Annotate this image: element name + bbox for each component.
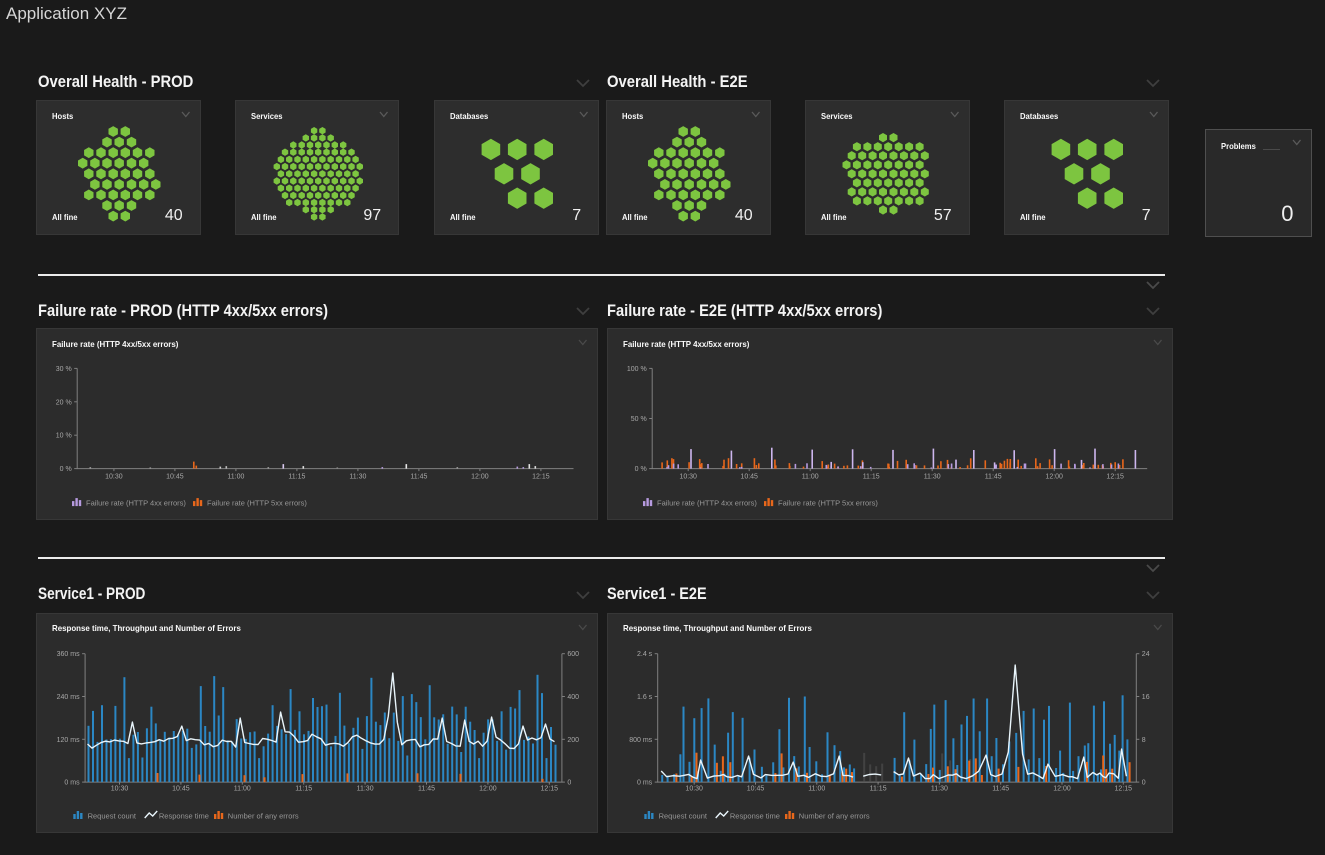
- svg-text:12:15: 12:15: [1114, 785, 1132, 792]
- svg-text:Response time: Response time: [158, 811, 208, 820]
- svg-text:0 %: 0 %: [59, 466, 71, 473]
- svg-text:12:15: 12:15: [1106, 473, 1124, 480]
- svg-text:Failure rate (HTTP 4xx errors): Failure rate (HTTP 4xx errors): [86, 498, 186, 507]
- svg-text:Number of any errors: Number of any errors: [227, 811, 298, 820]
- svg-text:12:00: 12:00: [1045, 473, 1063, 480]
- svg-text:11:15: 11:15: [295, 785, 312, 792]
- svg-text:11:00: 11:00: [808, 785, 825, 792]
- svg-text:2.4 s: 2.4 s: [637, 651, 653, 658]
- svg-text:11:30: 11:30: [923, 473, 940, 480]
- svg-text:10 %: 10 %: [55, 433, 71, 440]
- svg-text:12:15: 12:15: [532, 473, 550, 480]
- svg-text:20 %: 20 %: [55, 399, 71, 406]
- svg-text:16: 16: [1142, 694, 1150, 701]
- svg-text:0 %: 0 %: [634, 466, 646, 473]
- svg-text:24: 24: [1142, 651, 1150, 658]
- svg-text:10:45: 10:45: [740, 473, 758, 480]
- svg-text:11:15: 11:15: [869, 785, 886, 792]
- svg-text:Failure rate (HTTP 5xx errors): Failure rate (HTTP 5xx errors): [778, 498, 878, 507]
- svg-text:11:00: 11:00: [801, 473, 818, 480]
- svg-text:11:30: 11:30: [349, 473, 366, 480]
- svg-text:11:00: 11:00: [227, 473, 244, 480]
- svg-text:0: 0: [567, 779, 571, 786]
- svg-text:Failure rate (HTTP 4xx errors): Failure rate (HTTP 4xx errors): [657, 498, 757, 507]
- svg-text:10:45: 10:45: [172, 785, 190, 792]
- svg-text:Request count: Request count: [87, 811, 136, 820]
- svg-text:30 %: 30 %: [55, 366, 71, 373]
- svg-text:0: 0: [1142, 779, 1146, 786]
- svg-text:11:00: 11:00: [233, 785, 250, 792]
- svg-text:11:45: 11:45: [984, 473, 1001, 480]
- svg-text:400: 400: [567, 694, 579, 701]
- svg-text:12:00: 12:00: [479, 785, 497, 792]
- svg-text:11:45: 11:45: [992, 785, 1009, 792]
- svg-text:11:45: 11:45: [418, 785, 435, 792]
- svg-text:120 ms: 120 ms: [56, 736, 79, 743]
- svg-text:240 ms: 240 ms: [56, 694, 79, 701]
- svg-text:10:30: 10:30: [105, 473, 123, 480]
- svg-text:Number of any errors: Number of any errors: [799, 811, 870, 820]
- svg-text:Request count: Request count: [658, 811, 707, 820]
- svg-text:100 %: 100 %: [627, 366, 647, 373]
- svg-text:10:30: 10:30: [679, 473, 697, 480]
- svg-text:11:45: 11:45: [410, 473, 427, 480]
- svg-text:8: 8: [1142, 736, 1146, 743]
- svg-text:1.6 s: 1.6 s: [637, 694, 653, 701]
- svg-text:Response time: Response time: [730, 811, 780, 820]
- svg-text:12:00: 12:00: [1053, 785, 1071, 792]
- svg-text:10:30: 10:30: [685, 785, 703, 792]
- svg-text:Failure rate (HTTP 5xx errors): Failure rate (HTTP 5xx errors): [207, 498, 307, 507]
- svg-text:11:15: 11:15: [288, 473, 305, 480]
- svg-text:0 ms: 0 ms: [637, 779, 653, 786]
- svg-text:200: 200: [567, 736, 579, 743]
- svg-text:12:00: 12:00: [471, 473, 489, 480]
- svg-text:10:45: 10:45: [166, 473, 184, 480]
- svg-text:11:15: 11:15: [862, 473, 879, 480]
- svg-text:600: 600: [567, 651, 579, 658]
- svg-text:0 ms: 0 ms: [64, 779, 80, 786]
- svg-text:10:30: 10:30: [110, 785, 128, 792]
- svg-text:50 %: 50 %: [631, 416, 647, 423]
- svg-text:360 ms: 360 ms: [56, 651, 79, 658]
- svg-text:10:45: 10:45: [747, 785, 765, 792]
- svg-text:11:30: 11:30: [356, 785, 373, 792]
- svg-text:800 ms: 800 ms: [629, 736, 652, 743]
- svg-text:11:30: 11:30: [931, 785, 948, 792]
- svg-text:12:15: 12:15: [540, 785, 558, 792]
